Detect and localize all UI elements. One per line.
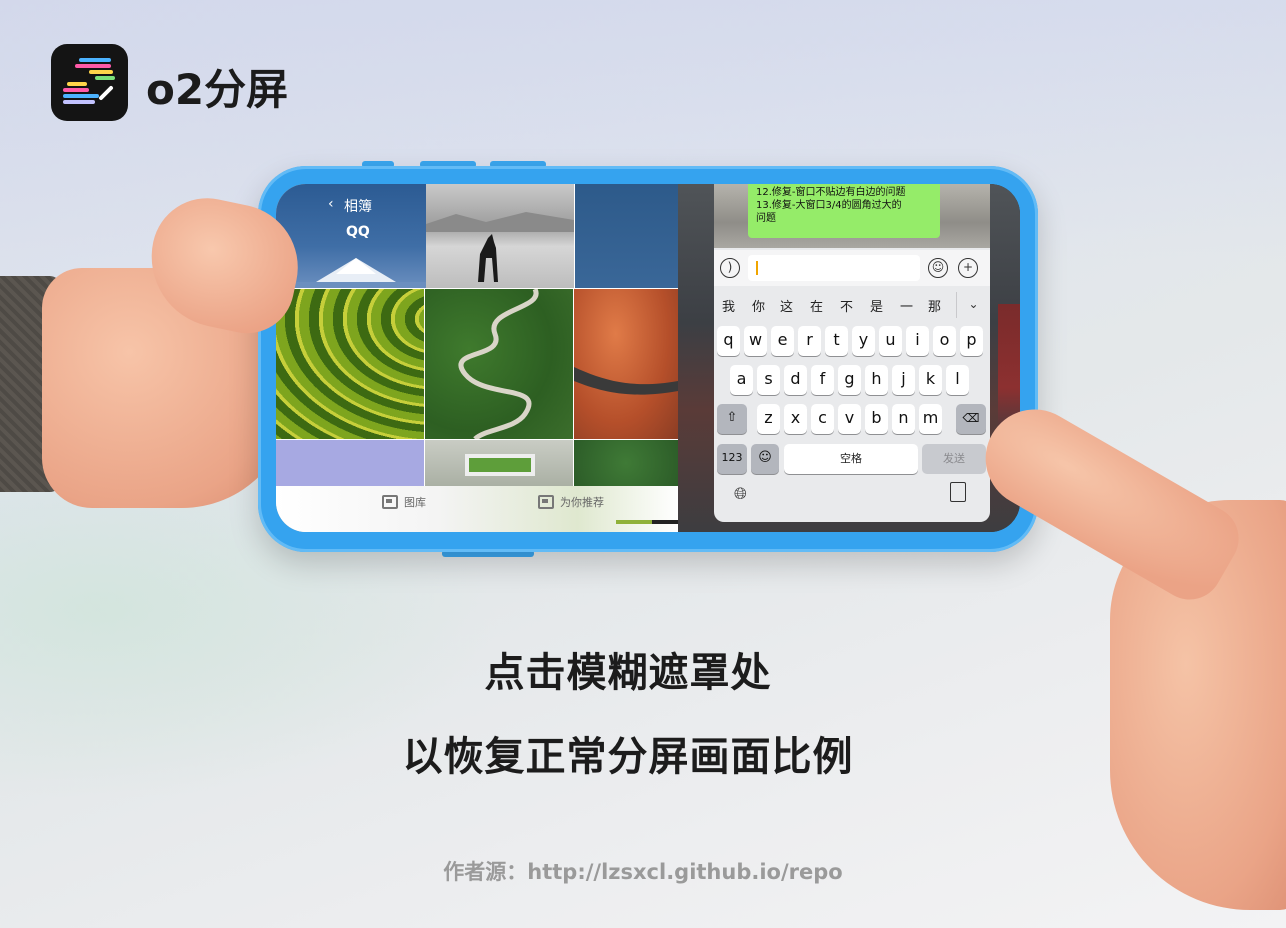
gallery-icon [382,495,398,509]
dog-silhouette-photo [426,212,574,282]
winding-road-photo [458,289,539,439]
album-title: QQ [346,224,370,240]
stadium-photo [465,454,535,476]
back-chevron-icon[interactable]: ‹ [328,196,334,212]
send-key[interactable]: 发送 [922,444,986,474]
key[interactable]: p [960,326,983,356]
chat-input-bar: ) ☺ + [714,250,990,286]
author-credit: 作者源：http://lzsxcl.github.io/repo [443,860,843,884]
chat-app: 12.修复-窗口不贴边有白边的问题 13.修复-大窗口3/4的圆角过大的 问题 … [714,184,990,522]
globe-icon[interactable]: 🌐︎ [734,484,747,504]
candidate-word[interactable]: 我 [722,296,735,315]
candidate-word[interactable]: 在 [810,296,823,315]
key[interactable]: q [717,326,740,356]
add-icon[interactable]: + [958,258,978,278]
key[interactable]: y [852,326,875,356]
key[interactable]: j [892,365,915,395]
photo-tile[interactable] [276,289,424,439]
key[interactable]: b [865,404,888,434]
album-tab-bar: 图库 为你推荐 [276,486,678,532]
key[interactable]: d [784,365,807,395]
photo-tile[interactable] [574,289,678,439]
photo-tile[interactable] [276,440,424,486]
brand-name: o2分屏 [146,65,289,114]
message-line: 问题 [756,213,776,224]
photo-tile[interactable] [425,440,573,486]
shift-key[interactable]: ⇧ [717,404,747,434]
emoji-icon[interactable]: ☺ [928,258,948,278]
candidate-word[interactable]: 那 [928,296,941,315]
key[interactable]: k [919,365,942,395]
caption-line-1: 点击模糊遮罩处 [484,650,772,696]
key[interactable]: m [919,404,942,434]
keyboard-bottom-bar: 🌐︎ [714,480,990,510]
key[interactable]: s [757,365,780,395]
caption-line-2: 以恢复正常分屏画面比例 [402,734,854,780]
chevron-down-icon[interactable]: ⌄ [956,292,990,318]
key[interactable]: i [906,326,929,356]
desert-road-photo [574,367,678,395]
tab-recommend-label: 为你推荐 [560,496,604,509]
key[interactable]: w [744,326,767,356]
emoji-key-icon[interactable]: ☺ [751,444,779,474]
tab-recommend[interactable]: 为你推荐 [538,494,604,510]
backspace-key[interactable]: ⌫ [956,404,986,434]
album-app: ‹ 相簿 QQ 图库 为你推荐 [276,184,678,532]
key[interactable]: r [798,326,821,356]
photo-tile[interactable] [575,184,678,288]
keyboard-switch-icon[interactable] [950,482,966,502]
voice-icon[interactable]: ) [720,258,740,278]
message-line: 12.修复-窗口不贴边有白边的问题 [756,187,906,198]
key[interactable]: x [784,404,807,434]
numbers-key[interactable]: 123 [717,444,747,474]
phone-screen: ‹ 相簿 QQ 图库 为你推荐 12.修复-窗口不贴边有白边的问题 13.修复-… [276,184,1020,532]
photo-tile[interactable] [574,440,678,486]
candidate-word[interactable]: 不 [840,296,853,315]
key[interactable]: e [771,326,794,356]
key[interactable]: a [730,365,753,395]
key[interactable]: c [811,404,834,434]
tab-gallery[interactable]: 图库 [382,494,426,510]
key[interactable]: n [892,404,915,434]
message-line: 13.修复-大窗口3/4的圆角过大的 [756,200,902,211]
key[interactable]: h [865,365,888,395]
o2-split-app-icon [51,44,128,121]
space-key[interactable]: 空格 [784,444,918,474]
key[interactable]: g [838,365,861,395]
key[interactable]: z [757,404,780,434]
candidate-word[interactable]: 你 [752,296,765,315]
right-index-finger-illustration [967,391,1251,612]
mountain-photo [276,258,426,288]
key[interactable]: o [933,326,956,356]
home-indicator-accent [616,520,652,524]
candidate-word[interactable]: 一 [900,296,913,315]
key[interactable]: f [811,365,834,395]
chat-message-bubble: 12.修复-窗口不贴边有白边的问题 13.修复-大窗口3/4的圆角过大的 问题 [748,184,940,238]
text-cursor [756,261,758,275]
candidate-word[interactable]: 这 [780,296,793,315]
chat-history: 12.修复-窗口不贴边有白边的问题 13.修复-大窗口3/4的圆角过大的 问题 [714,184,990,248]
tab-gallery-label: 图库 [404,496,426,509]
candidate-word[interactable]: 是 [870,296,883,315]
photo-tile[interactable] [426,184,574,288]
candidate-bar: 我 你 这 在 不 是 一 那 ⌄ [714,290,990,318]
key[interactable]: l [946,365,969,395]
album-header: ‹ 相簿 QQ [276,184,426,288]
message-input[interactable] [748,255,920,281]
key[interactable]: v [838,404,861,434]
recommend-icon [538,495,554,509]
back-button[interactable]: 相簿 [344,196,372,216]
photo-tile[interactable] [425,289,573,439]
key[interactable]: u [879,326,902,356]
key[interactable]: t [825,326,848,356]
